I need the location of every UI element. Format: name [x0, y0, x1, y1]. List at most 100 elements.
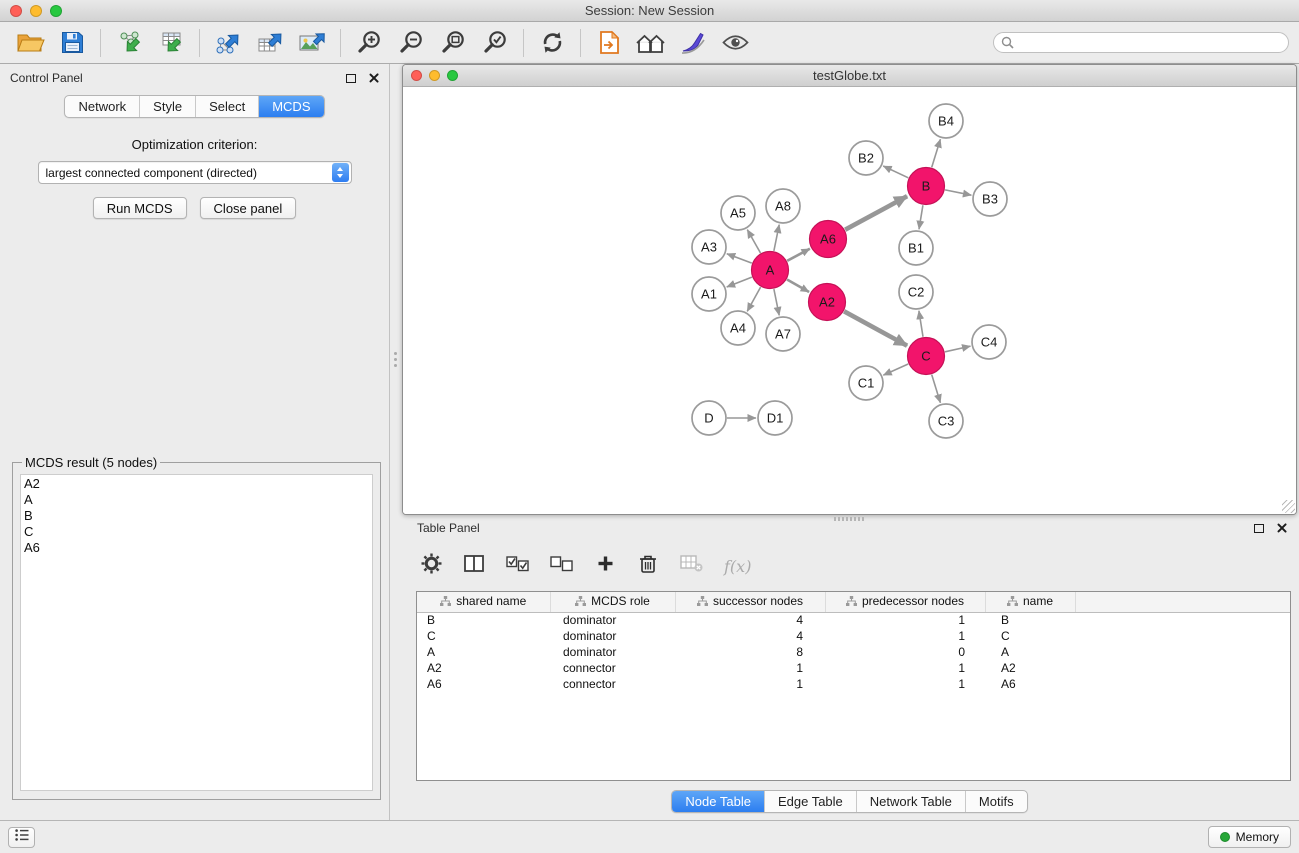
import-table-button[interactable]: [151, 25, 191, 61]
table-row-b[interactable]: Bdominator41B: [417, 612, 1290, 628]
node-A4[interactable]: A4: [721, 311, 755, 345]
close-table-panel-icon[interactable]: [1276, 523, 1287, 534]
cell-name[interactable]: A6: [985, 676, 1075, 692]
save-session-button[interactable]: [52, 25, 92, 61]
close-panel-button[interactable]: Close panel: [200, 197, 297, 219]
memory-button[interactable]: Memory: [1208, 826, 1291, 848]
result-item-a2[interactable]: A2: [24, 476, 369, 492]
cell-name[interactable]: B: [985, 612, 1075, 628]
cell-name[interactable]: A2: [985, 660, 1075, 676]
node-C3[interactable]: C3: [929, 404, 963, 438]
node-D[interactable]: D: [692, 401, 726, 435]
node-B4[interactable]: B4: [929, 104, 963, 138]
export-network-button[interactable]: [208, 25, 248, 61]
add-column-button[interactable]: [594, 551, 616, 581]
zoom-selected-button[interactable]: [475, 25, 515, 61]
edge-A-A8[interactable]: [774, 225, 779, 251]
edge-A-A2[interactable]: [787, 280, 809, 293]
column-header-mcds-role[interactable]: MCDS role: [550, 592, 675, 612]
cell-shared-name[interactable]: A6: [417, 676, 550, 692]
node-A3[interactable]: A3: [692, 230, 726, 264]
float-table-panel-icon[interactable]: [1254, 524, 1264, 533]
cell-mcds-role[interactable]: connector: [550, 676, 675, 692]
node-C[interactable]: C: [908, 338, 945, 375]
deselect-all-rows-button[interactable]: [550, 551, 573, 581]
cell-predecessor-nodes[interactable]: 1: [825, 676, 985, 692]
node-A1[interactable]: A1: [692, 277, 726, 311]
node-A6[interactable]: A6: [810, 221, 847, 258]
node-B[interactable]: B: [908, 168, 945, 205]
cell-successor-nodes[interactable]: 4: [675, 628, 825, 644]
import-network-button[interactable]: [109, 25, 149, 61]
maximize-window-button[interactable]: [50, 5, 62, 17]
cell-predecessor-nodes[interactable]: 0: [825, 644, 985, 660]
optimization-criterion-select[interactable]: largest connected component (directed): [38, 161, 352, 184]
apply-layout-button[interactable]: [532, 25, 572, 61]
cell-shared-name[interactable]: A2: [417, 660, 550, 676]
cell-shared-name[interactable]: A: [417, 644, 550, 660]
cell-mcds-role[interactable]: dominator: [550, 628, 675, 644]
export-image-button[interactable]: [292, 25, 332, 61]
zoom-fit-button[interactable]: [433, 25, 473, 61]
network-maximize-button[interactable]: [447, 70, 458, 81]
network-canvas[interactable]: B4B2BB3A5A8A6B1A3AC2A1A2A4A7C4CC1C3DD1: [403, 87, 1296, 514]
tab-select[interactable]: Select: [195, 96, 258, 117]
edge-C-C2[interactable]: [919, 311, 923, 337]
edge-B-B2[interactable]: [883, 166, 908, 178]
edge-C-C1[interactable]: [883, 364, 908, 375]
node-B3[interactable]: B3: [973, 182, 1007, 216]
task-history-button[interactable]: [8, 827, 35, 848]
search-input[interactable]: [993, 32, 1289, 53]
cell-mcds-role[interactable]: dominator: [550, 644, 675, 660]
edge-B-B4[interactable]: [932, 139, 941, 167]
mcds-result-list[interactable]: A2ABCA6: [20, 474, 373, 791]
result-item-a[interactable]: A: [24, 492, 369, 508]
node-A7[interactable]: A7: [766, 317, 800, 351]
column-header-name[interactable]: name: [985, 592, 1075, 612]
home-button[interactable]: [631, 25, 671, 61]
tab-style[interactable]: Style: [139, 96, 195, 117]
node-D1[interactable]: D1: [758, 401, 792, 435]
node-A8[interactable]: A8: [766, 189, 800, 223]
edge-B-B3[interactable]: [945, 190, 971, 195]
result-item-a6[interactable]: A6: [24, 540, 369, 556]
node-A5[interactable]: A5: [721, 196, 755, 230]
open-session-button[interactable]: [10, 25, 50, 61]
edge-A-A5[interactable]: [747, 230, 760, 253]
result-item-b[interactable]: B: [24, 508, 369, 524]
split-panel-button[interactable]: [463, 551, 485, 581]
cell-shared-name[interactable]: B: [417, 612, 550, 628]
node-C1[interactable]: C1: [849, 366, 883, 400]
edge-B-B1[interactable]: [919, 205, 923, 229]
network-window-titlebar[interactable]: testGlobe.txt: [403, 65, 1296, 87]
zoom-out-button[interactable]: [391, 25, 431, 61]
edge-A-A3[interactable]: [727, 254, 752, 263]
cell-successor-nodes[interactable]: 1: [675, 676, 825, 692]
table-tab-network-table[interactable]: Network Table: [856, 791, 965, 812]
horizontal-splitter-grip[interactable]: [834, 517, 866, 521]
node-A[interactable]: A: [752, 252, 789, 289]
float-panel-icon[interactable]: [346, 74, 356, 83]
node-B2[interactable]: B2: [849, 141, 883, 175]
window-resize-grip[interactable]: [1282, 500, 1295, 513]
cell-predecessor-nodes[interactable]: 1: [825, 660, 985, 676]
table-tab-motifs[interactable]: Motifs: [965, 791, 1027, 812]
cell-successor-nodes[interactable]: 8: [675, 644, 825, 660]
node-A2[interactable]: A2: [809, 284, 846, 321]
network-close-button[interactable]: [411, 70, 422, 81]
column-settings-button[interactable]: [420, 551, 442, 581]
delete-column-button[interactable]: [637, 551, 659, 581]
edge-A2-C[interactable]: [844, 311, 907, 345]
edge-A-A4[interactable]: [747, 287, 760, 311]
column-header-predecessor-nodes[interactable]: predecessor nodes: [825, 592, 985, 612]
edge-A-A1[interactable]: [727, 277, 752, 287]
edge-A6-B[interactable]: [845, 196, 907, 230]
edge-C-C4[interactable]: [945, 346, 971, 352]
column-header-shared-name[interactable]: shared name: [417, 592, 550, 612]
select-all-rows-button[interactable]: [506, 551, 529, 581]
minimize-window-button[interactable]: [30, 5, 42, 17]
cell-predecessor-nodes[interactable]: 1: [825, 628, 985, 644]
table-row-a6[interactable]: A6connector11A6: [417, 676, 1290, 692]
table-tab-node-table[interactable]: Node Table: [672, 791, 764, 812]
zoom-in-button[interactable]: [349, 25, 389, 61]
